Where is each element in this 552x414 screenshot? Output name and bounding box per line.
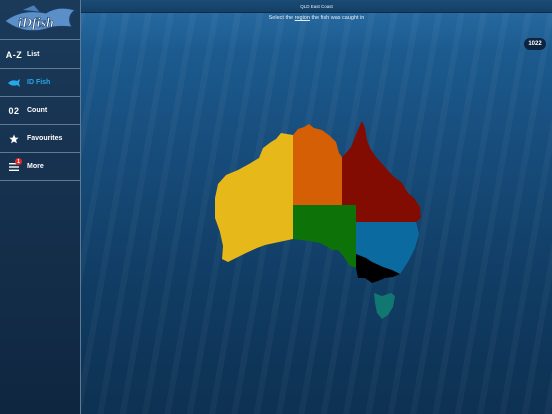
sidebar: iDfish A-Z List ID Fish 02 Count Favouri… — [0, 0, 81, 414]
app-root: iDfish A-Z List ID Fish 02 Count Favouri… — [0, 0, 552, 414]
star-icon — [3, 134, 25, 144]
count-icon: 02 — [8, 105, 20, 116]
sidebar-item-more[interactable]: 1 More — [0, 153, 81, 181]
main-area: QLD East Coast Select the region the fis… — [81, 0, 552, 414]
sidebar-item-count[interactable]: 02 Count — [0, 97, 81, 125]
region-south-australia[interactable] — [293, 205, 356, 268]
sidebar-item-list[interactable]: A-Z List — [0, 41, 81, 69]
sidebar-item-label: ID Fish — [27, 79, 51, 86]
az-icon: A-Z — [5, 49, 23, 60]
region-tasmania[interactable] — [374, 293, 395, 319]
menu-icon — [3, 162, 25, 171]
logo-text: iDfish — [18, 16, 54, 31]
region-western-australia[interactable] — [215, 133, 293, 262]
sidebar-item-label: More — [27, 163, 44, 170]
fish-icon — [3, 78, 25, 87]
australia-map — [215, 121, 421, 319]
sidebar-item-label: Count — [27, 107, 48, 114]
region-northern-territory[interactable] — [293, 124, 342, 205]
sidebar-item-favourites[interactable]: Favourites — [0, 125, 81, 153]
sidebar-item-label: Favourites — [27, 135, 63, 142]
notification-badge: 1 — [15, 158, 22, 165]
sidebar-item-id-fish[interactable]: ID Fish — [0, 69, 81, 97]
logo: iDfish — [0, 0, 81, 40]
sidebar-item-label: List — [27, 51, 40, 58]
